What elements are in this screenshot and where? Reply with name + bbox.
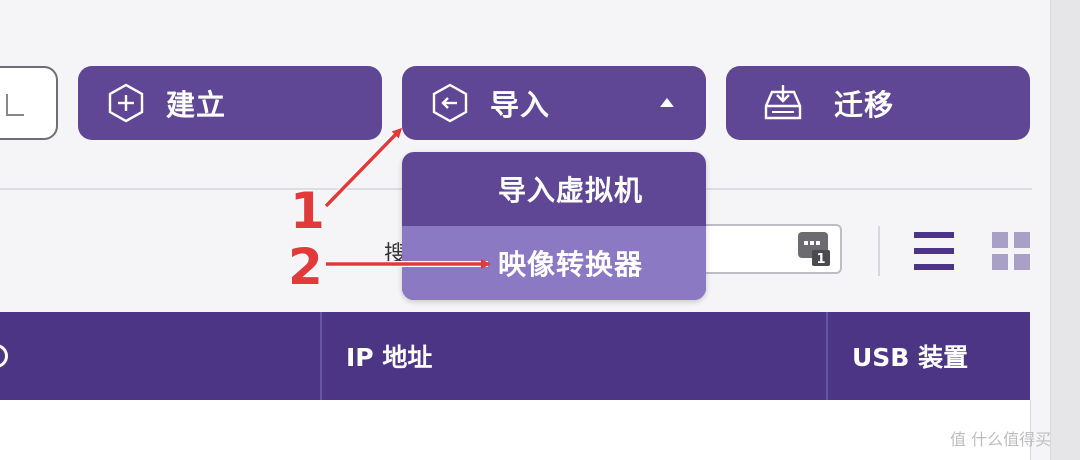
menu-item-import-vm[interactable]: 导入虚拟机 (402, 152, 706, 226)
watermark: 值 什么值得买 (950, 426, 1051, 450)
column-divider (320, 312, 322, 400)
column-header-usb[interactable]: USB 装置 (852, 312, 968, 400)
column-icon-fragment (0, 344, 8, 368)
watermark-text: 值 什么值得买 (950, 430, 1052, 449)
migrate-button-label: 迁移 (834, 88, 895, 122)
plus-hexagon-icon (108, 83, 144, 123)
create-button-label: 建立 (166, 88, 227, 122)
import-button[interactable]: 导入 (402, 66, 706, 140)
import-hexagon-icon (432, 83, 468, 123)
table-header: IP 地址 USB 装置 (0, 312, 1030, 400)
migrate-button[interactable]: 迁移 (726, 66, 1030, 140)
list-view-icon[interactable] (912, 230, 958, 272)
column-header-label: IP 地址 (346, 343, 433, 372)
virtualization-station-screen: 建立 导入 迁移 搜 1 导入虚拟机 映像转换器 IP 地址 USB 装置 1 … (0, 0, 1080, 460)
import-dropdown-menu: 导入虚拟机 映像转换器 (402, 152, 706, 300)
partial-button-icon (6, 94, 24, 116)
arrow-step-1 (324, 127, 403, 208)
grid-view-icon[interactable] (990, 230, 1032, 272)
caret-up-icon[interactable] (660, 98, 674, 107)
migrate-tray-icon (762, 82, 804, 124)
annotation-step-1: 1 (290, 182, 325, 240)
partial-toolbar-button[interactable] (0, 66, 58, 140)
menu-item-label: 导入虚拟机 (498, 174, 644, 207)
menu-item-label: 映像转换器 (498, 248, 644, 281)
filter-badge-count: 1 (816, 252, 825, 267)
column-header-label: USB 装置 (852, 343, 969, 372)
column-divider (826, 312, 828, 400)
import-button-label: 导入 (490, 88, 551, 122)
table-body (0, 400, 1031, 460)
menu-item-image-converter[interactable]: 映像转换器 (402, 226, 706, 300)
filter-badge-icon[interactable]: 1 (796, 230, 832, 268)
view-separator (878, 226, 880, 276)
create-button[interactable]: 建立 (78, 66, 382, 140)
annotation-step-2: 2 (288, 238, 323, 296)
column-header-ip[interactable]: IP 地址 (346, 312, 432, 400)
scrollbar-track[interactable] (1050, 0, 1080, 460)
